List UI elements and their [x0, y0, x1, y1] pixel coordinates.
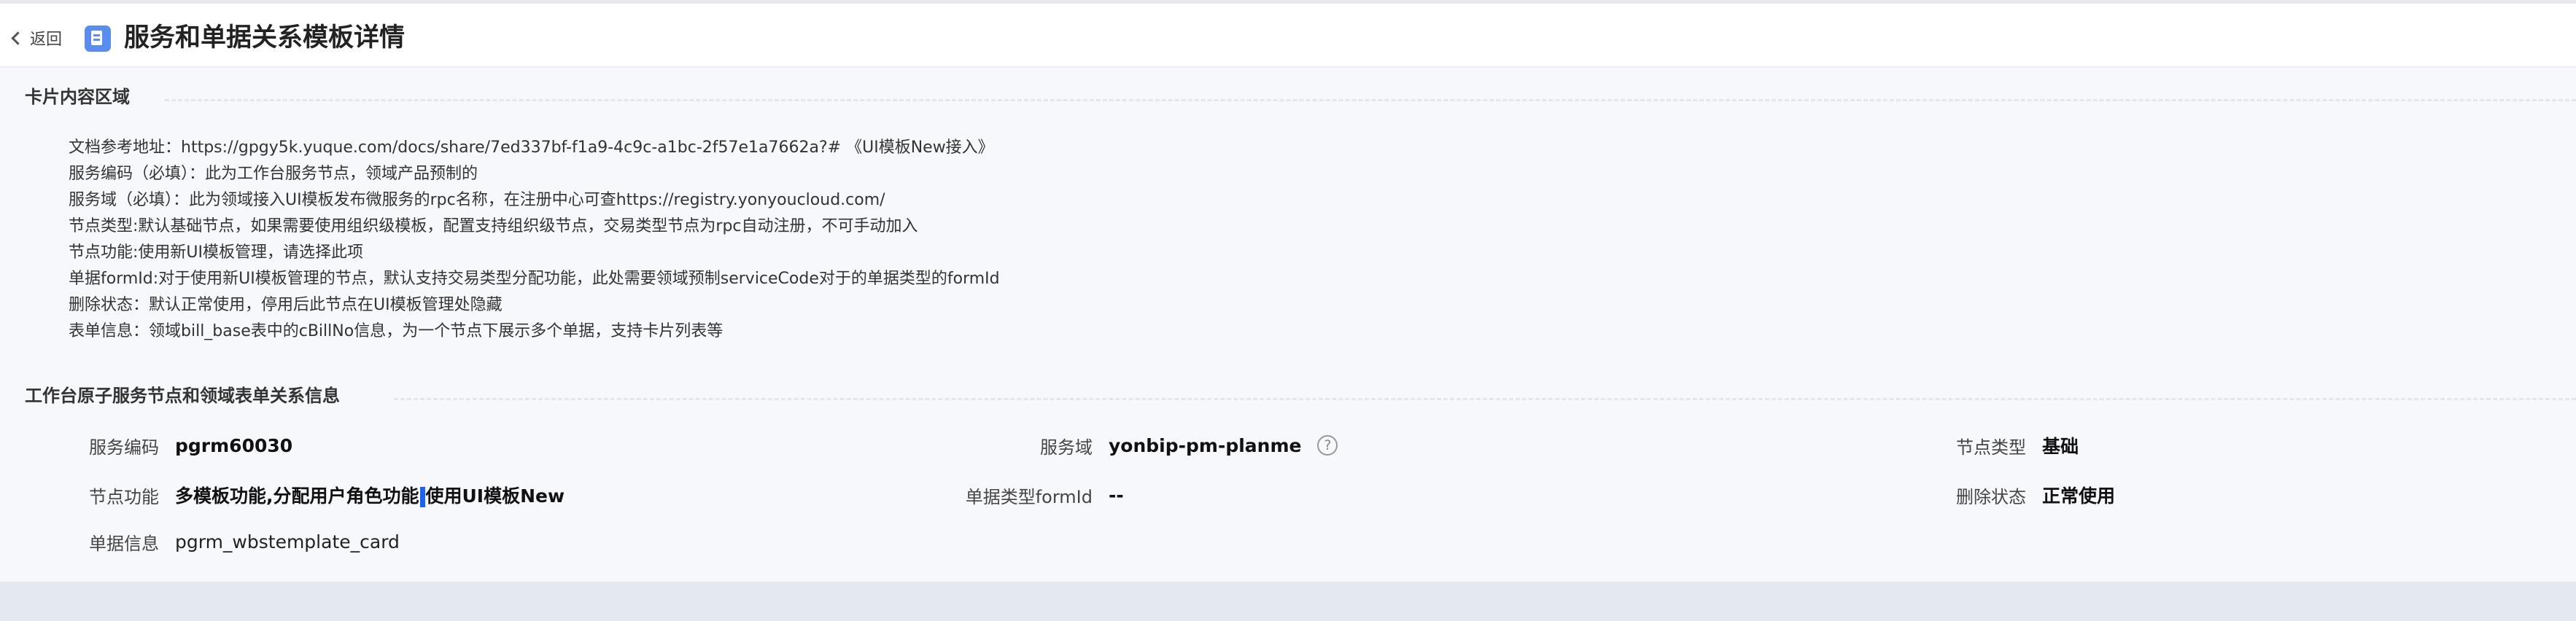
field-value: 基础 — [2042, 436, 2079, 457]
note-delete-status: 删除状态：默认正常使用，停用后此节点在UI模板管理处隐藏 — [69, 296, 503, 314]
question-circle-icon[interactable]: ? — [1317, 435, 1338, 456]
field-service-domain: 服务域 yonbip-pm-planme ? — [875, 431, 1338, 460]
field-label: 删除状态 — [1956, 486, 2026, 507]
back-button[interactable]: 返回 — [11, 25, 63, 51]
field-label: 节点功能 — [89, 486, 159, 507]
field-bill-formid: 单据类型formId -- — [875, 480, 1124, 509]
detail-content: 卡片内容区域 文档参考地址：https://gpgy5k.yuque.com/d… — [0, 68, 2576, 582]
field-label: 单据信息 — [89, 533, 159, 554]
note-service-domain: 服务域（必填）：此为领域接入UI模板发布微服务的rpc名称，在注册中心可查htt… — [69, 191, 885, 209]
footer-area — [0, 582, 2576, 621]
relation-section-title: 工作台原子服务节点和领域表单关系信息 — [25, 386, 340, 406]
field-value: 正常使用 — [2042, 485, 2116, 507]
field-node-function: 节点功能 多模板功能,分配用户角色功能 使用UI模板New — [0, 480, 565, 509]
node-function-part1: 多模板功能,分配用户角色功能 — [175, 485, 419, 507]
node-function-part2: 使用UI模板New — [425, 485, 565, 507]
field-value: 多模板功能,分配用户角色功能 使用UI模板New — [175, 482, 565, 508]
page-title: 服务和单据关系模板详情 — [124, 23, 406, 52]
field-value: -- — [1109, 484, 1124, 506]
field-label: 单据类型formId — [965, 486, 1093, 507]
note-doc-url: 文档参考地址：https://gpgy5k.yuque.com/docs/sha… — [69, 138, 994, 157]
field-delete-status: 删除状态 正常使用 — [1750, 480, 2115, 509]
note-form-info: 表单信息：领域bill_base表中的cBillNo信息，为一个节点下展示多个单… — [69, 322, 723, 340]
note-bill-formid: 单据formId:对于使用新UI模板管理的节点，默认支持交易类型分配功能，此处需… — [69, 270, 1000, 288]
field-label: 服务编码 — [89, 437, 159, 458]
card-section-title: 卡片内容区域 — [25, 87, 130, 107]
field-service-code: 服务编码 pgrm60030 — [0, 431, 292, 460]
document-icon — [85, 26, 111, 52]
field-label: 服务域 — [1040, 437, 1093, 458]
field-label: 节点类型 — [1956, 437, 2026, 458]
section-divider — [165, 99, 2576, 101]
page-header: 返回 服务和单据关系模板详情 — [0, 4, 2576, 68]
field-value: yonbip-pm-planme — [1109, 434, 1302, 456]
field-value: pgrm60030 — [175, 434, 293, 456]
note-node-function: 节点功能:使用新UI模板管理，请选择此项 — [69, 243, 364, 262]
field-node-type: 节点类型 基础 — [1750, 431, 2079, 460]
field-value: pgrm_wbstemplate_card — [175, 531, 400, 552]
text-selection-caret — [419, 487, 425, 507]
notes-list: 文档参考地址：https://gpgy5k.yuque.com/docs/sha… — [69, 135, 1000, 345]
section-divider — [394, 398, 2576, 400]
note-service-code: 服务编码（必填）：此为工作台服务节点，领域产品预制的 — [69, 165, 478, 183]
note-node-type: 节点类型:默认基础节点，如果需要使用组织级模板，配置支持组织级节点，交易类型节点… — [69, 217, 918, 235]
chevron-left-icon — [11, 31, 25, 45]
field-bill-info: 单据信息 pgrm_wbstemplate_card — [0, 527, 400, 556]
back-label: 返回 — [30, 31, 63, 49]
